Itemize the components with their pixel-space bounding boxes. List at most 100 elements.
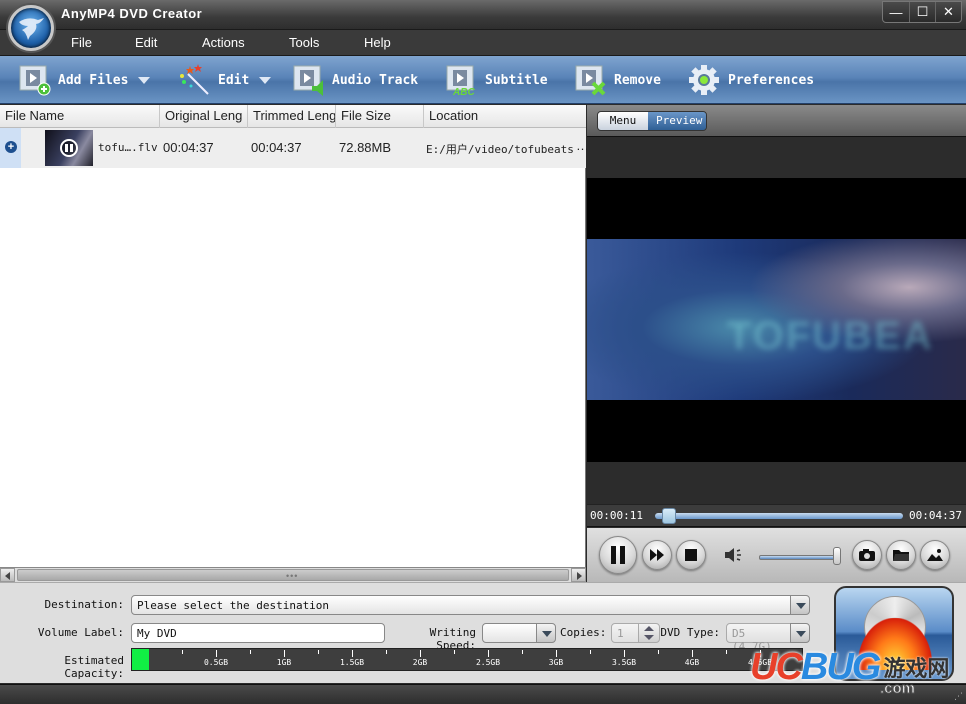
app-logo-icon [8,5,54,51]
subtitle-button[interactable]: ABC Subtitle [445,62,548,98]
destination-label: Destination: [44,598,124,611]
dvd-type-select[interactable]: D5 (4.7G) [726,623,791,653]
fast-forward-button[interactable] [642,540,672,570]
capacity-tick [454,650,455,654]
snapshot-button[interactable] [852,540,882,570]
scroll-right-button[interactable] [571,568,586,582]
column-trimmed-length[interactable]: Trimmed Leng [248,105,336,128]
capacity-tick [726,650,727,654]
capacity-tick [216,650,217,657]
volume-label-input[interactable]: My DVD [131,623,385,643]
scroll-left-button[interactable] [0,568,15,582]
menu-actions[interactable]: Actions [202,35,245,50]
preview-tab-group: Menu Preview [597,111,707,131]
stepper-down-icon[interactable] [644,635,654,640]
column-location[interactable]: Location [424,105,586,128]
audio-film-icon [293,65,323,96]
image-button[interactable] [920,540,950,570]
seek-track[interactable] [655,513,903,519]
file-row[interactable]: + tofu….flv 00:04:37 00:04:37 72.88MB E:… [0,128,589,168]
preview-tabs-bar: Menu Preview [587,105,966,137]
capacity-tick [488,650,489,657]
volume-slider[interactable] [759,555,837,560]
edit-label: Edit [218,72,250,88]
capacity-tick [386,650,387,654]
menu-help[interactable]: Help [364,35,391,50]
column-original-length[interactable]: Original Leng [160,105,248,128]
resize-grip-icon[interactable]: ⋰ [954,691,963,702]
remove-button[interactable]: Remove [574,62,661,98]
menu-edit[interactable]: Edit [135,35,157,50]
edit-dropdown-icon[interactable] [259,76,272,84]
tab-preview[interactable]: Preview [648,112,706,130]
capacity-tick [624,650,625,657]
watermark-bug: BUG [800,645,881,688]
seek-slider-handle[interactable] [661,508,676,524]
pause-icon[interactable] [60,139,78,157]
stop-button[interactable] [676,540,706,570]
original-length: 00:04:37 [163,140,214,155]
watermark-com: .com [879,680,916,698]
capacity-tick [692,650,693,657]
edit-button[interactable]: Edit [178,62,272,98]
volume-slider-handle[interactable] [833,547,841,565]
scrollbar-thumb[interactable]: ••• [17,569,569,581]
subtitle-label: Subtitle [485,72,548,88]
copies-stepper[interactable] [638,623,660,643]
capacity-bar: 0.5GB 1GB 1.5GB 2GB 2.5GB 3GB 3.5GB 4GB 4.5GB [131,648,803,671]
minimize-button[interactable]: — [883,2,909,22]
capacity-tick [420,650,421,657]
gear-icon [689,65,719,95]
add-files-label: Add Files [58,72,129,88]
capacity-scale-label: 1GB [276,658,292,667]
copies-input[interactable]: 1 [611,623,641,643]
maximize-button[interactable]: ☐ [909,2,935,22]
writing-speed-select[interactable] [482,623,537,643]
column-file-size[interactable]: File Size [336,105,424,128]
capacity-fill [132,649,149,670]
destination-dropdown-button[interactable] [790,595,810,615]
remove-label: Remove [614,72,661,88]
video-player[interactable]: TOFUBEA [587,178,966,462]
volume-icon[interactable] [724,547,744,563]
stepper-up-icon[interactable] [644,626,654,631]
playback-controls [587,528,966,582]
preferences-button[interactable]: Preferences [688,62,814,98]
menu-bar: File Edit Actions Tools Help [0,30,966,56]
file-name: tofu….flv [98,141,158,154]
dvd-type-dropdown-button[interactable] [790,623,810,643]
horizontal-scrollbar[interactable]: ••• [0,567,586,582]
capacity-scale-label: 0.5GB [203,658,229,667]
capacity-tick [284,650,285,657]
pause-icon [611,546,625,564]
menu-file[interactable]: File [71,35,92,50]
destination-select[interactable]: Please select the destination [131,595,791,615]
open-folder-button[interactable] [886,540,916,570]
column-file-name[interactable]: File Name [0,105,160,128]
capacity-tick [352,650,353,657]
dvd-type-label: DVD Type: [660,626,720,639]
close-button[interactable]: ✕ [935,2,961,22]
stop-icon [685,549,697,561]
capacity-tick [522,650,523,654]
writing-speed-dropdown-button[interactable] [536,623,556,643]
add-files-dropdown-icon[interactable] [138,76,151,84]
capacity-tick [250,650,251,654]
capacity-tick [318,650,319,654]
pause-button[interactable] [599,536,637,574]
audio-track-button[interactable]: Audio Track [292,62,418,98]
audio-track-label: Audio Track [332,72,419,88]
capacity-tick [556,650,557,657]
tab-menu[interactable]: Menu [598,112,648,130]
expand-button[interactable]: + [0,128,21,168]
capacity-scale-label: 3GB [548,658,564,667]
capacity-scale-label: 3.5GB [611,658,637,667]
app-title: AnyMP4 DVD Creator [61,6,203,21]
file-list-panel: File Name Original Leng Trimmed Leng Fil… [0,105,589,582]
add-files-button[interactable]: Add Files [18,62,151,98]
title-bar: AnyMP4 DVD Creator — ☐ ✕ [0,0,966,30]
menu-tools[interactable]: Tools [289,35,319,50]
video-overlay-text: TOFUBEA [727,314,934,358]
watermark: UC BUG 游戏网 [750,645,949,688]
video-thumbnail[interactable] [45,130,93,166]
